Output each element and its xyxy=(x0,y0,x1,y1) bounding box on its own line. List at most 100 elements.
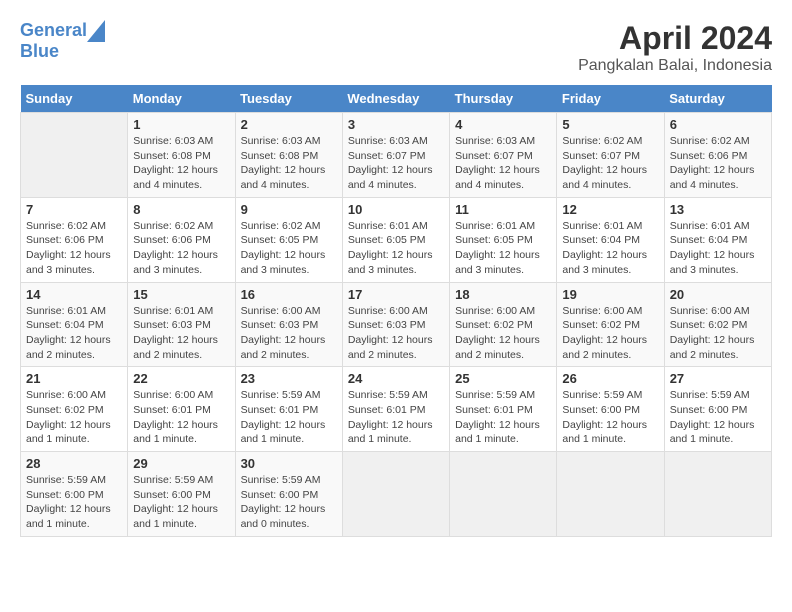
day-number: 28 xyxy=(26,456,122,471)
day-info: Sunrise: 5:59 AM Sunset: 6:01 PM Dayligh… xyxy=(455,388,551,447)
calendar-cell: 18Sunrise: 6:00 AM Sunset: 6:02 PM Dayli… xyxy=(450,282,557,367)
calendar-cell: 4 Sunrise: 6:03 AM Sunset: 6:07 PM Daylig… xyxy=(450,113,557,198)
day-info: Sunrise: 6:01 AM Sunset: 6:04 PM Dayligh… xyxy=(562,219,658,278)
day-info: Sunrise: 6:03 AM Sunset: 6:07 PM Dayligh… xyxy=(348,134,444,193)
day-number: 19 xyxy=(562,287,658,302)
day-info: Sunrise: 6:03 AM Sunset: 6:07 PM Dayligh… xyxy=(455,134,551,193)
calendar-cell: 21 Sunrise: 6:00 AM Sunset: 6:02 PM Dayli… xyxy=(21,367,128,452)
calendar-cell: 15Sunrise: 6:01 AM Sunset: 6:03 PM Dayli… xyxy=(128,282,235,367)
day-number: 14 xyxy=(26,287,122,302)
calendar-cell: 9Sunrise: 6:02 AM Sunset: 6:05 PM Daylig… xyxy=(235,197,342,282)
weekday-header-wednesday: Wednesday xyxy=(342,85,449,113)
week-row-2: 7 Sunrise: 6:02 AM Sunset: 6:06 PM Daylig… xyxy=(21,197,772,282)
day-number: 4 xyxy=(455,117,551,132)
week-row-1: 1 Sunrise: 6:03 AM Sunset: 6:08 PM Daylig… xyxy=(21,113,772,198)
day-info: Sunrise: 5:59 AM Sunset: 6:00 PM Dayligh… xyxy=(562,388,658,447)
day-info: Sunrise: 6:00 AM Sunset: 6:03 PM Dayligh… xyxy=(241,304,337,363)
day-number: 3 xyxy=(348,117,444,132)
day-info: Sunrise: 6:02 AM Sunset: 6:06 PM Dayligh… xyxy=(133,219,229,278)
day-info: Sunrise: 5:59 AM Sunset: 6:00 PM Dayligh… xyxy=(241,473,337,532)
day-number: 21 xyxy=(26,371,122,386)
day-number: 9 xyxy=(241,202,337,217)
calendar-cell xyxy=(21,113,128,198)
calendar-cell: 11 Sunrise: 6:01 AM Sunset: 6:05 PM Dayli… xyxy=(450,197,557,282)
calendar-table: SundayMondayTuesdayWednesdayThursdayFrid… xyxy=(20,85,772,537)
title-block: April 2024 Pangkalan Balai, Indonesia xyxy=(578,20,772,75)
weekday-header-sunday: Sunday xyxy=(21,85,128,113)
calendar-cell: 29 Sunrise: 5:59 AM Sunset: 6:00 PM Dayli… xyxy=(128,452,235,537)
week-row-3: 14 Sunrise: 6:01 AM Sunset: 6:04 PM Dayli… xyxy=(21,282,772,367)
calendar-cell: 14 Sunrise: 6:01 AM Sunset: 6:04 PM Dayli… xyxy=(21,282,128,367)
day-info: Sunrise: 6:01 AM Sunset: 6:04 PM Dayligh… xyxy=(670,219,766,278)
day-info: Sunrise: 5:59 AM Sunset: 6:01 PM Dayligh… xyxy=(241,388,337,447)
day-info: Sunrise: 6:00 AM Sunset: 6:02 PM Dayligh… xyxy=(562,304,658,363)
calendar-cell xyxy=(342,452,449,537)
day-info: Sunrise: 6:02 AM Sunset: 6:07 PM Dayligh… xyxy=(562,134,658,193)
weekday-header-friday: Friday xyxy=(557,85,664,113)
day-number: 7 xyxy=(26,202,122,217)
logo-text: General xyxy=(20,21,87,41)
weekday-header-tuesday: Tuesday xyxy=(235,85,342,113)
day-info: Sunrise: 5:59 AM Sunset: 6:00 PM Dayligh… xyxy=(133,473,229,532)
week-row-5: 28 Sunrise: 5:59 AM Sunset: 6:00 PM Dayli… xyxy=(21,452,772,537)
logo-arrow-icon xyxy=(87,20,105,42)
calendar-cell: 23 Sunrise: 5:59 AM Sunset: 6:01 PM Dayli… xyxy=(235,367,342,452)
calendar-cell: 5 Sunrise: 6:02 AM Sunset: 6:07 PM Daylig… xyxy=(557,113,664,198)
day-number: 29 xyxy=(133,456,229,471)
day-info: Sunrise: 6:03 AM Sunset: 6:08 PM Dayligh… xyxy=(241,134,337,193)
day-info: Sunrise: 5:59 AM Sunset: 6:01 PM Dayligh… xyxy=(348,388,444,447)
day-number: 23 xyxy=(241,371,337,386)
calendar-cell: 17 Sunrise: 6:00 AM Sunset: 6:03 PM Dayli… xyxy=(342,282,449,367)
calendar-cell: 6 Sunrise: 6:02 AM Sunset: 6:06 PM Daylig… xyxy=(664,113,771,198)
calendar-cell: 19 Sunrise: 6:00 AM Sunset: 6:02 PM Dayli… xyxy=(557,282,664,367)
calendar-cell: 13 Sunrise: 6:01 AM Sunset: 6:04 PM Dayli… xyxy=(664,197,771,282)
calendar-cell: 20 Sunrise: 6:00 AM Sunset: 6:02 PM Dayli… xyxy=(664,282,771,367)
day-info: Sunrise: 6:01 AM Sunset: 6:05 PM Dayligh… xyxy=(348,219,444,278)
day-number: 12 xyxy=(562,202,658,217)
day-number: 30 xyxy=(241,456,337,471)
day-number: 8 xyxy=(133,202,229,217)
calendar-cell xyxy=(664,452,771,537)
calendar-cell: 27Sunrise: 5:59 AM Sunset: 6:00 PM Dayli… xyxy=(664,367,771,452)
day-number: 18 xyxy=(455,287,551,302)
day-info: Sunrise: 6:00 AM Sunset: 6:01 PM Dayligh… xyxy=(133,388,229,447)
calendar-cell: 16 Sunrise: 6:00 AM Sunset: 6:03 PM Dayli… xyxy=(235,282,342,367)
day-number: 2 xyxy=(241,117,337,132)
weekday-header-row: SundayMondayTuesdayWednesdayThursdayFrid… xyxy=(21,85,772,113)
day-number: 16 xyxy=(241,287,337,302)
logo-blue-text: Blue xyxy=(20,42,59,62)
day-number: 17 xyxy=(348,287,444,302)
calendar-cell: 10 Sunrise: 6:01 AM Sunset: 6:05 PM Dayli… xyxy=(342,197,449,282)
page-header: General Blue April 2024 Pangkalan Balai,… xyxy=(20,20,772,75)
day-info: Sunrise: 6:00 AM Sunset: 6:02 PM Dayligh… xyxy=(26,388,122,447)
day-number: 24 xyxy=(348,371,444,386)
day-number: 27 xyxy=(670,371,766,386)
calendar-cell: 8 Sunrise: 6:02 AM Sunset: 6:06 PM Daylig… xyxy=(128,197,235,282)
day-number: 6 xyxy=(670,117,766,132)
day-number: 20 xyxy=(670,287,766,302)
day-info: Sunrise: 6:03 AM Sunset: 6:08 PM Dayligh… xyxy=(133,134,229,193)
calendar-cell: 28 Sunrise: 5:59 AM Sunset: 6:00 PM Dayli… xyxy=(21,452,128,537)
day-info: Sunrise: 6:01 AM Sunset: 6:05 PM Dayligh… xyxy=(455,219,551,278)
day-info: Sunrise: 6:02 AM Sunset: 6:06 PM Dayligh… xyxy=(670,134,766,193)
day-info: Sunrise: 6:02 AM Sunset: 6:06 PM Dayligh… xyxy=(26,219,122,278)
day-number: 11 xyxy=(455,202,551,217)
calendar-cell: 1 Sunrise: 6:03 AM Sunset: 6:08 PM Daylig… xyxy=(128,113,235,198)
day-number: 26 xyxy=(562,371,658,386)
day-number: 22 xyxy=(133,371,229,386)
day-number: 13 xyxy=(670,202,766,217)
week-row-4: 21 Sunrise: 6:00 AM Sunset: 6:02 PM Dayli… xyxy=(21,367,772,452)
day-info: Sunrise: 6:00 AM Sunset: 6:02 PM Dayligh… xyxy=(670,304,766,363)
day-info: Sunrise: 6:00 AM Sunset: 6:03 PM Dayligh… xyxy=(348,304,444,363)
day-number: 1 xyxy=(133,117,229,132)
weekday-header-monday: Monday xyxy=(128,85,235,113)
day-info: Sunrise: 6:01 AM Sunset: 6:04 PM Dayligh… xyxy=(26,304,122,363)
day-number: 10 xyxy=(348,202,444,217)
calendar-cell xyxy=(450,452,557,537)
day-info: Sunrise: 5:59 AM Sunset: 6:00 PM Dayligh… xyxy=(26,473,122,532)
calendar-cell: 24 Sunrise: 5:59 AM Sunset: 6:01 PM Dayli… xyxy=(342,367,449,452)
calendar-cell: 7 Sunrise: 6:02 AM Sunset: 6:06 PM Daylig… xyxy=(21,197,128,282)
day-number: 5 xyxy=(562,117,658,132)
calendar-subtitle: Pangkalan Balai, Indonesia xyxy=(578,57,772,75)
day-number: 25 xyxy=(455,371,551,386)
